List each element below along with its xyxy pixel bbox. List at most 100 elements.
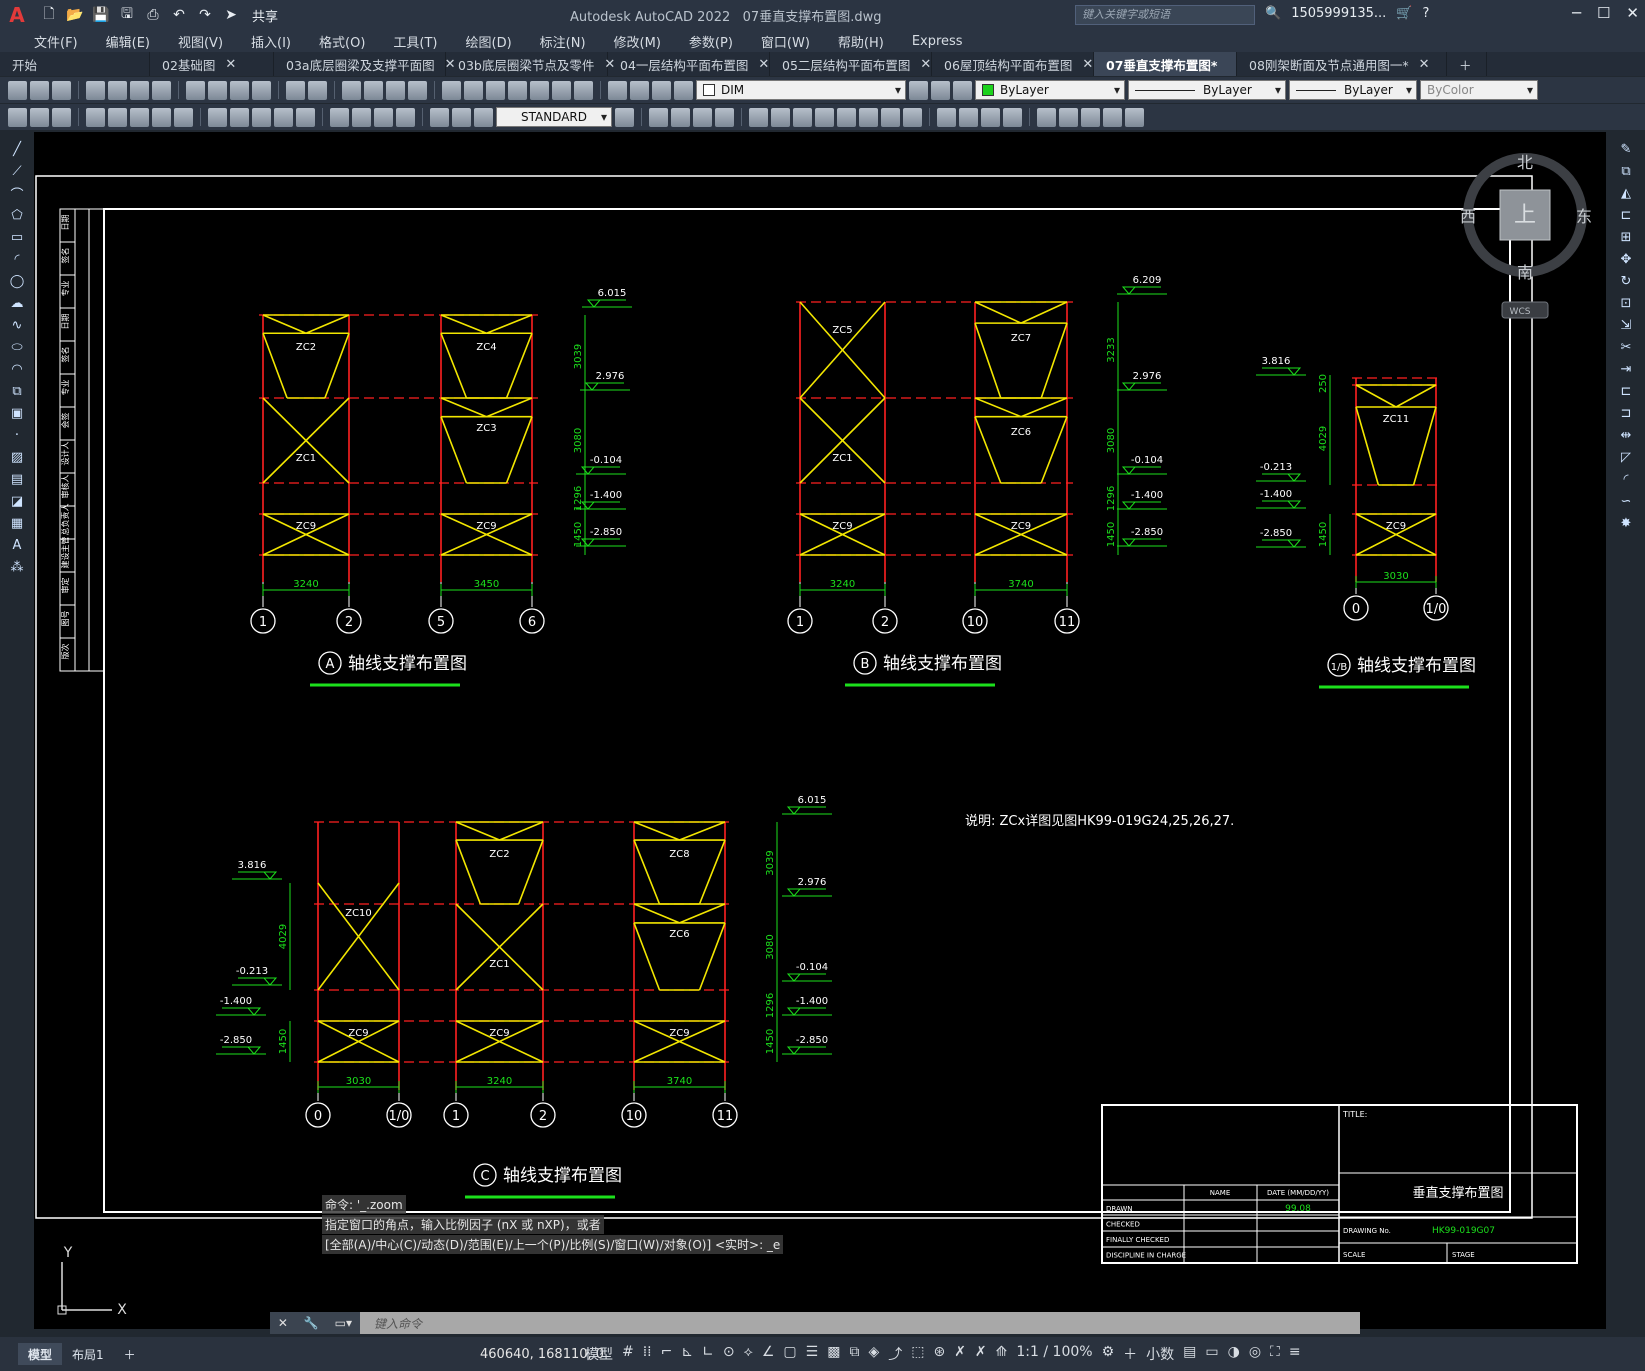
tolerance-icon[interactable] [330,107,349,127]
model-space-label[interactable]: 模型 [585,1344,613,1364]
solid3-icon[interactable] [1081,107,1100,127]
rectangle-icon[interactable]: ▭ [9,229,26,246]
autocad-logo-icon[interactable]: A [0,0,34,30]
menu-tools[interactable]: 工具(T) [377,32,449,51]
chamfer-icon[interactable]: ◸ [1618,449,1635,466]
undo-icon[interactable] [286,80,305,100]
menu-edit[interactable]: 编辑(E) [90,32,162,51]
dynamic-ucs-icon[interactable]: ⤴ [888,1344,902,1364]
point-icon[interactable]: · [9,427,26,444]
menu-view[interactable]: 视图(V) [162,32,235,51]
tab-file[interactable]: 05二层结构平面布置图 ✕ [770,52,932,76]
plot-icon[interactable]: ⎙ [142,5,164,25]
menu-dimension[interactable]: 标注(N) [524,32,598,51]
publish-icon[interactable] [130,80,149,100]
share-icon[interactable]: ➤ [220,5,242,25]
preview-icon[interactable] [108,80,127,100]
auto-scale-icon[interactable]: ✗ [975,1344,987,1364]
insert-block-icon[interactable]: ⧉ [9,383,26,400]
color-dropdown[interactable]: ByLayer [975,80,1125,100]
annotation-scale-value[interactable]: 1:1 / 100% [1016,1344,1092,1364]
cut-icon[interactable] [186,80,205,100]
paste-icon[interactable] [230,80,249,100]
tab-file[interactable]: 03a底层圈梁及支撑平面图 ✕ [274,52,455,76]
window-controls[interactable]: ─ ☐ ✕ [1572,4,1639,22]
user-area[interactable]: 🔍 1505999135... 🛒? [1265,6,1429,21]
center-mark-icon[interactable] [352,107,371,127]
drawing-canvas[interactable]: 日期 签名 专业 日期 签名 专业 会签 设计人 审核人 总负责人 建设主管 审定 图号 版次 ZC2 ZC1… [34,132,1606,1329]
region-icon[interactable]: ◪ [9,493,26,510]
calc-icon[interactable] [552,80,571,100]
fillet-icon[interactable]: ◜ [1618,471,1635,488]
shade4-icon[interactable] [1003,107,1022,127]
open-icon[interactable] [30,80,49,100]
ucs3-icon[interactable] [693,107,712,127]
layer-prev-icon[interactable] [931,80,950,100]
construction-line-icon[interactable]: ⟋ [9,163,26,180]
extend-icon[interactable]: ⇥ [1618,361,1635,378]
layer-state-icon[interactable] [953,80,972,100]
add-selected-icon[interactable]: ⁂ [9,559,26,576]
rotate-icon[interactable]: ↻ [1618,273,1635,290]
command-input[interactable]: 键入命令 [374,1315,422,1332]
match-icon[interactable] [252,80,271,100]
join-icon[interactable]: ⇹ [1618,427,1635,444]
array-icon[interactable]: ⊞ [1618,229,1635,246]
inspect-icon[interactable] [374,107,393,127]
markup-icon[interactable] [530,80,549,100]
add-layout-icon[interactable]: ＋ [114,1343,146,1365]
redo-icon[interactable] [308,80,327,100]
help-icon[interactable] [574,80,593,100]
ucs2-icon[interactable] [671,107,690,127]
view-icon[interactable] [749,107,768,127]
solid4-icon[interactable] [1103,107,1122,127]
menu-help[interactable]: 帮助(H) [822,32,896,51]
stretch-icon[interactable]: ⇲ [1618,317,1635,334]
dim-style-dropdown[interactable]: STANDARD [496,107,612,127]
freeze-icon[interactable] [652,80,671,100]
continue-icon[interactable] [252,107,271,127]
dim-angular-icon[interactable] [174,107,193,127]
menu-draw[interactable]: 绘图(D) [450,32,524,51]
new-tab-button[interactable]: ＋ [1447,52,1487,76]
explode-icon[interactable]: ✸ [1618,515,1635,532]
osnap-icon[interactable]: ▢ [783,1344,796,1364]
snap-icon[interactable]: ⁞⁞ [643,1344,652,1364]
save-as-icon[interactable]: 🖫 [116,5,138,25]
table-icon[interactable]: ▦ [9,515,26,532]
lineweight-dropdown[interactable]: ByLayer [1289,80,1417,100]
shade3-icon[interactable] [981,107,1000,127]
wrench-icon[interactable]: 🔧 [304,1316,319,1330]
dim-arc-icon[interactable] [52,107,71,127]
tab-file-active[interactable]: 07垂直支撑布置图* [1094,52,1237,76]
solid-icon[interactable] [1037,107,1056,127]
shade2-icon[interactable] [959,107,978,127]
dim-style-icon[interactable] [615,107,634,127]
menu-window[interactable]: 窗口(W) [745,32,822,51]
view7-icon[interactable] [881,107,900,127]
polar-icon[interactable]: ⊙ [723,1344,735,1364]
infer-icon[interactable]: ⌐ [661,1344,673,1364]
gizmo-icon[interactable]: ⊛ [933,1344,945,1364]
dim-edit-icon[interactable] [430,107,449,127]
view4-icon[interactable] [815,107,834,127]
tab-model[interactable]: 模型 [18,1343,63,1365]
view2-icon[interactable] [771,107,790,127]
dim-text-edit-icon[interactable] [452,107,471,127]
hatch-icon[interactable]: ▨ [9,449,26,466]
save-icon[interactable]: 💾 [90,5,112,25]
tab-start[interactable]: 开始 [0,52,150,76]
dim-ordinate-icon[interactable] [86,107,105,127]
tab-file[interactable]: 06屋顶结构平面布置图 ✕ [932,52,1094,76]
blend-icon[interactable]: ∽ [1618,493,1635,510]
isodraft-icon[interactable]: ⟡ [744,1344,753,1364]
dim-jogged-icon[interactable] [130,107,149,127]
spline-icon[interactable]: ∿ [9,317,26,334]
view5-icon[interactable] [837,107,856,127]
quick-props-icon[interactable]: ▤ [1183,1344,1196,1364]
undo-icon[interactable]: ↶ [168,5,190,25]
offset-icon[interactable]: ⊏ [1618,207,1635,224]
ellipse-icon[interactable]: ⬭ [9,339,26,356]
transparency-icon[interactable]: ▩ [827,1344,840,1364]
ucs4-icon[interactable] [715,107,734,127]
